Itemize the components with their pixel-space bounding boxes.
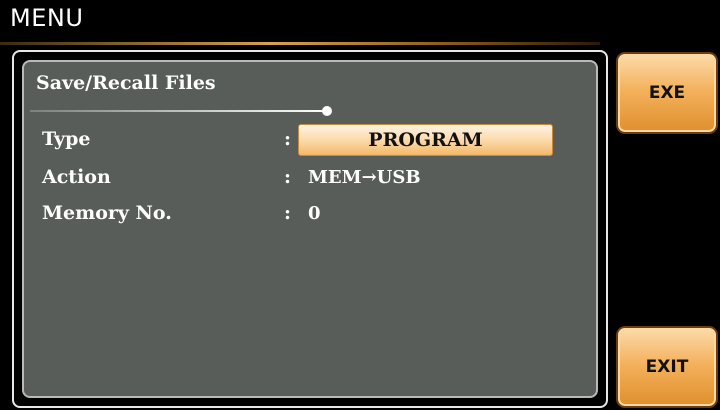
action-value[interactable]: MEM→USB (308, 167, 421, 188)
heading-divider (30, 110, 328, 112)
action-separator: : (284, 166, 292, 188)
type-separator: : (284, 128, 292, 150)
panel-heading: Save/Recall Files (36, 72, 216, 94)
heading-divider-dot (322, 106, 332, 116)
title-divider (0, 42, 600, 45)
memory-number-separator: : (284, 202, 292, 224)
exe-softkey-button[interactable]: EXE (616, 52, 718, 134)
memory-number-label: Memory No. (42, 202, 172, 224)
exit-softkey-button[interactable]: EXIT (616, 326, 718, 408)
memory-number-value[interactable]: 0 (308, 203, 321, 224)
type-selector-field[interactable]: PROGRAM (298, 124, 553, 156)
type-label: Type (42, 128, 91, 150)
action-label: Action (42, 166, 111, 188)
menu-title: MENU (10, 4, 84, 32)
title-bar: MENU (0, 0, 720, 45)
instrument-screen: MENU Save/Recall Files Type : PROGRAM Ac… (0, 0, 720, 410)
